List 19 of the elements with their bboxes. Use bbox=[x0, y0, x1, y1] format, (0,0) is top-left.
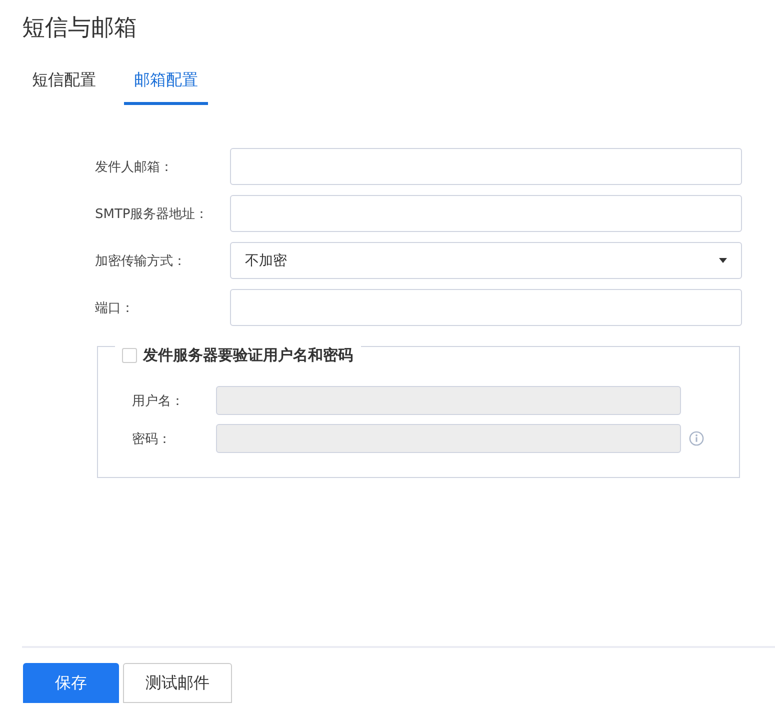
field-label: 发件人邮箱： bbox=[95, 158, 174, 176]
field-label: 密码： bbox=[132, 430, 172, 448]
page-title: 短信与邮箱 bbox=[22, 15, 137, 41]
field-label: 端口： bbox=[95, 300, 135, 316]
checkbox[interactable] bbox=[122, 348, 137, 363]
input-field[interactable] bbox=[230, 289, 742, 326]
input-field[interactable] bbox=[230, 195, 742, 232]
tab[interactable]: 邮箱配置 bbox=[124, 66, 208, 105]
tab[interactable]: 短信配置 bbox=[22, 66, 106, 105]
field-label: 加密传输方式： bbox=[95, 252, 187, 270]
checkbox-label: 发件服务器要验证用户名和密码 bbox=[143, 346, 353, 365]
test-mail-button[interactable]: 测试邮件 bbox=[123, 663, 232, 703]
input-field[interactable] bbox=[230, 148, 742, 185]
select-value: 不加密 bbox=[245, 252, 288, 270]
field-label: 用户名： bbox=[132, 392, 185, 410]
save-button[interactable]: 保存 bbox=[23, 663, 119, 703]
select-field[interactable]: 不加密 bbox=[230, 242, 742, 279]
field-label: SMTP服务器地址： bbox=[95, 206, 210, 222]
caret-icon bbox=[719, 258, 727, 263]
